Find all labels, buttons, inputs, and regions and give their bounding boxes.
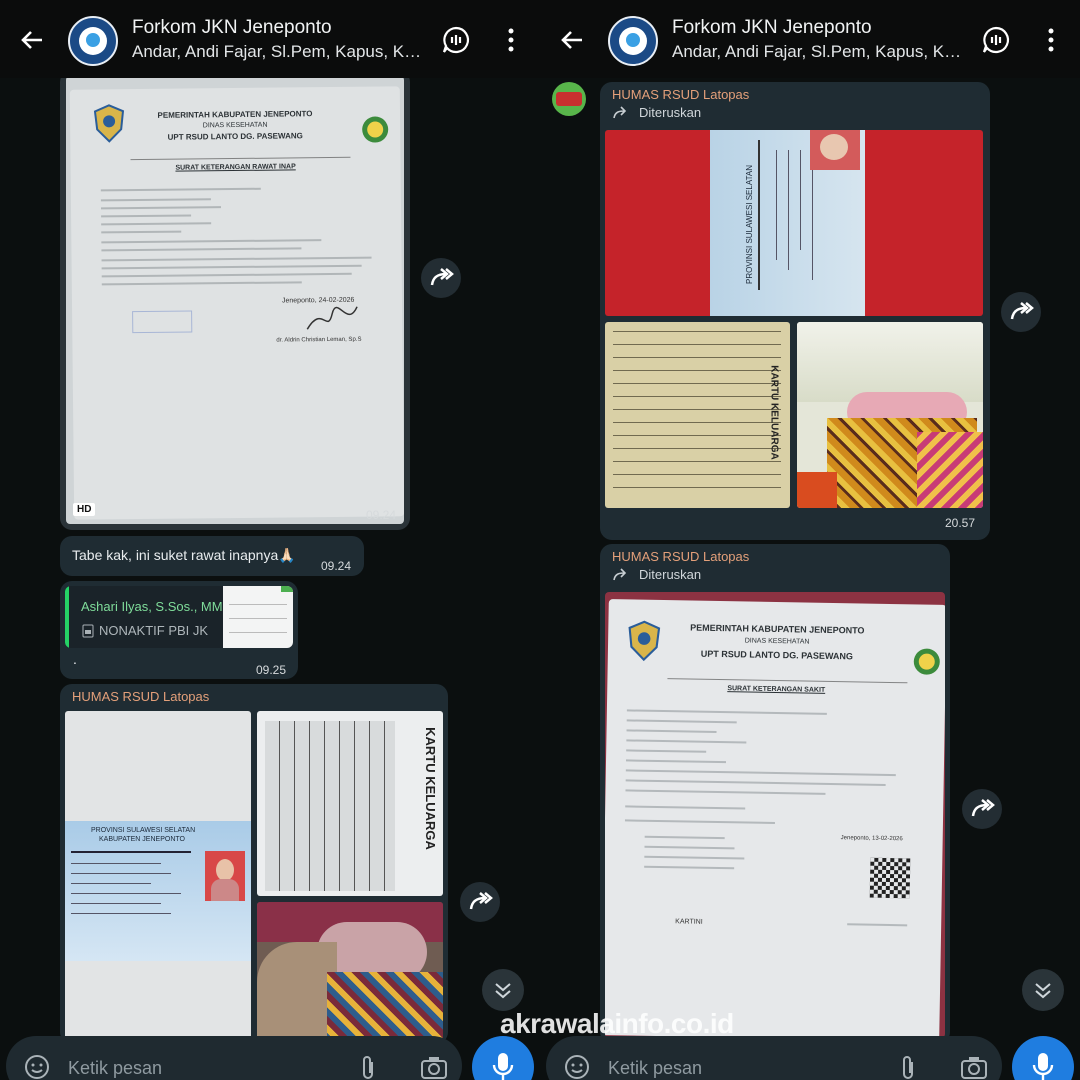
camera-icon[interactable] (420, 1056, 448, 1080)
sticker-icon[interactable] (24, 1054, 50, 1080)
ktp-portrait (810, 130, 860, 170)
album-sender[interactable]: HUMAS RSUD Latopas (612, 87, 749, 102)
album-sender[interactable]: HUMAS RSUD Latopas (72, 689, 209, 704)
microphone-icon (1032, 1053, 1054, 1080)
group-avatar[interactable] (68, 16, 118, 66)
sticker-icon[interactable] (564, 1054, 590, 1080)
more-options-icon[interactable] (1044, 26, 1058, 54)
quoted-thumbnail (223, 586, 293, 648)
forward-icon (1010, 302, 1034, 320)
ktp-province: PROVINSI SULAWESI SELATAN (745, 165, 754, 284)
forward-button[interactable] (460, 882, 500, 922)
chat-title[interactable]: Forkom JKN Jeneponto (132, 17, 332, 39)
chat-participants[interactable]: Andar, Andi Fajar, Sl.Pem, Kapus, Kapus … (672, 42, 967, 62)
voice-chat-icon[interactable] (981, 25, 1011, 55)
back-arrow-icon[interactable] (18, 26, 46, 54)
doc-title: SURAT KETERANGAN SAKIT (727, 685, 826, 694)
patient-photo[interactable] (797, 322, 983, 508)
forward-icon (971, 799, 995, 817)
reply-body: . (73, 651, 77, 667)
doc-title: SURAT KETERANGAN RAWAT INAP (175, 163, 296, 172)
message-input-bar[interactable]: Ketik pesan (6, 1036, 462, 1080)
more-options-icon[interactable] (504, 26, 518, 54)
camera-icon[interactable] (960, 1056, 988, 1080)
forwarded-album-message[interactable]: HUMAS RSUD Latopas Diteruskan PROVINSI S… (600, 82, 990, 540)
text-message-body: Tabe kak, ini suket rawat inapnya🙏🏻 (72, 547, 296, 563)
album-time: 20.57 (945, 516, 976, 530)
doc-signer: dr. Aldrin Christian Leman, Sp.S (276, 336, 362, 344)
patient-photo[interactable] (257, 902, 443, 1041)
forward-button[interactable] (962, 789, 1002, 829)
chat-header: Forkom JKN Jeneponto Andar, Andi Fajar, … (540, 0, 1080, 78)
document-icon (82, 624, 94, 638)
left-chat-screen: PEMERINTAH KABUPATEN JENEPONTO DINAS KES… (0, 0, 540, 1080)
forwarded-label: Diteruskan (639, 567, 702, 582)
voice-chat-icon[interactable] (441, 25, 471, 55)
group-avatar[interactable] (608, 16, 658, 66)
ktp-regency: KABUPATEN JENEPONTO (99, 836, 185, 843)
scroll-down-button[interactable] (482, 969, 524, 1011)
chat-title[interactable]: Forkom JKN Jeneponto (672, 17, 872, 39)
watermark-text: akrawalainfo.co.id (500, 1008, 734, 1039)
doc-place-date: Jeneponto, 13-02-2026 (840, 835, 903, 843)
forwarded-icon (613, 106, 627, 119)
sender-avatar[interactable] (552, 82, 586, 116)
message-input-placeholder[interactable]: Ketik pesan (608, 1058, 702, 1079)
qr-code (869, 857, 911, 899)
message-input-bar[interactable]: Ketik pesan (546, 1036, 1002, 1080)
ktp-portrait (205, 851, 245, 901)
forwarded-label: Diteruskan (639, 105, 702, 120)
chat-participants[interactable]: Andar, Andi Fajar, Sl.Pem, Kapus, Kapus … (132, 42, 427, 62)
document-photo[interactable]: PEMERINTAH KABUPATEN JENEPONTO DINAS KES… (66, 76, 404, 524)
kk-photo[interactable]: KARTU KELUARGA (605, 322, 790, 508)
ktp-photo[interactable]: PROVINSI SULAWESI SELATAN (605, 130, 983, 316)
chat-header: Forkom JKN Jeneponto Andar, Andi Fajar, … (0, 0, 540, 78)
document-photo[interactable]: PEMERINTAH KABUPATEN JENEPONTO DINAS KES… (605, 592, 945, 1038)
photo-message[interactable]: PEMERINTAH KABUPATEN JENEPONTO DINAS KES… (60, 70, 410, 530)
ktp-photo[interactable]: PROVINSI SULAWESI SELATAN KABUPATEN JENE… (65, 711, 251, 1041)
reply-time: 09.25 (256, 663, 287, 677)
voice-record-button[interactable] (472, 1036, 534, 1080)
right-chat-screen: HUMAS RSUD Latopas Diteruskan PROVINSI S… (540, 0, 1080, 1080)
double-chevron-down-icon (495, 983, 511, 999)
album-message[interactable]: HUMAS RSUD Latopas PROVINSI SULAWESI SEL… (60, 684, 448, 1044)
photo-timestamp: 09.24 (366, 508, 397, 522)
quoted-text: NONAKTIF PBI JK (99, 623, 209, 638)
attachment-icon[interactable] (898, 1054, 918, 1080)
text-message-time: 09.24 (321, 559, 352, 573)
scroll-down-button[interactable] (1022, 969, 1064, 1011)
reply-message[interactable]: Ashari Ilyas, S.Sos., MM NONAKTIF PBI JK… (60, 581, 298, 679)
forwarded-document-message[interactable]: HUMAS RSUD Latopas Diteruskan PEMERINTAH… (600, 544, 950, 1044)
kk-label: KARTU KELUARGA (422, 727, 438, 850)
kk-label: KARTU KELUARGA (768, 365, 780, 460)
double-chevron-down-icon (1035, 983, 1051, 999)
attachment-icon[interactable] (358, 1054, 378, 1080)
forward-button[interactable] (421, 258, 461, 298)
doc-patient-name: KARTINI (675, 918, 703, 926)
quoted-message[interactable]: Ashari Ilyas, S.Sos., MM NONAKTIF PBI JK (65, 586, 293, 648)
ktp-province: PROVINSI SULAWESI SELATAN (91, 827, 196, 834)
voice-record-button[interactable] (1012, 1036, 1074, 1080)
forward-button[interactable] (1001, 292, 1041, 332)
kk-photo[interactable]: KARTU KELUARGA (257, 711, 443, 896)
quoted-author: Ashari Ilyas, S.Sos., MM (81, 599, 223, 614)
back-arrow-icon[interactable] (558, 26, 586, 54)
site-watermark: akrawalainfo.co.id (500, 1008, 734, 1040)
forward-icon (430, 268, 454, 286)
signature-icon (306, 306, 358, 330)
doc-sender[interactable]: HUMAS RSUD Latopas (612, 549, 749, 564)
hd-badge: HD (73, 503, 96, 516)
forwarded-icon (613, 568, 627, 581)
microphone-icon (492, 1053, 514, 1080)
text-message[interactable]: Tabe kak, ini suket rawat inapnya🙏🏻 09.2… (60, 536, 364, 576)
forward-icon (469, 892, 493, 910)
message-input-placeholder[interactable]: Ketik pesan (68, 1058, 162, 1079)
